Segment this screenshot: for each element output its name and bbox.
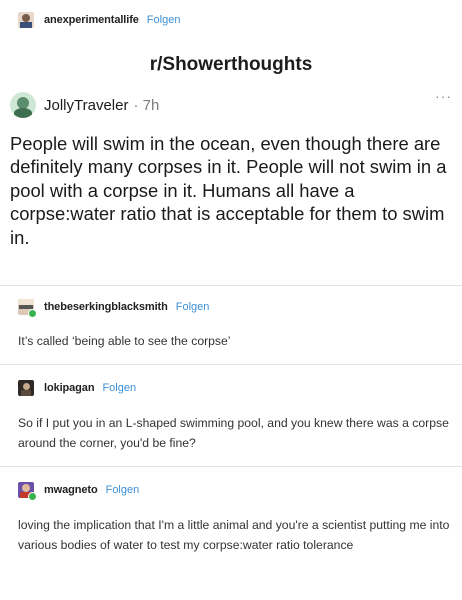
status-badge xyxy=(28,309,37,318)
subreddit-title: r/Showerthoughts xyxy=(149,54,313,75)
reddit-screenshot: r/Showerthoughts JollyTraveler · 7h ··· … xyxy=(6,40,456,278)
divider xyxy=(0,285,462,286)
op-username[interactable]: anexperimentallife xyxy=(44,14,139,26)
divider xyxy=(0,364,462,365)
status-badge xyxy=(28,492,37,501)
op-header: anexperimentallife Folgen xyxy=(18,12,180,28)
more-options-icon: ··· xyxy=(435,88,452,104)
reddit-post-body: People will swim in the ocean, even thou… xyxy=(10,133,447,248)
reply-username[interactable]: lokipagan xyxy=(44,382,95,394)
reply-username[interactable]: mwagneto xyxy=(44,484,98,496)
reply-text: It’s called ‘being able to see the corps… xyxy=(18,334,231,348)
reply-text: loving the implication that I'm a little… xyxy=(18,518,450,552)
avatar[interactable] xyxy=(18,12,34,28)
avatar[interactable] xyxy=(18,299,37,318)
follow-button[interactable]: Folgen xyxy=(147,14,181,26)
reply-header: lokipagan Folgen xyxy=(18,380,136,396)
reply-header: mwagneto Folgen xyxy=(18,482,140,501)
reply-header: thebeserkingblacksmith Folgen xyxy=(18,299,210,318)
reply-username[interactable]: thebeserkingblacksmith xyxy=(44,301,168,313)
follow-button[interactable]: Folgen xyxy=(176,301,210,313)
follow-button[interactable]: Folgen xyxy=(106,484,140,496)
reddit-author: JollyTraveler xyxy=(44,96,129,114)
follow-button[interactable]: Folgen xyxy=(102,382,136,394)
reply-text: So if I put you in an L-shaped swimming … xyxy=(18,416,449,450)
reddit-avatar xyxy=(10,92,36,118)
divider xyxy=(0,466,462,467)
reddit-timestamp: · 7h xyxy=(133,96,160,114)
avatar[interactable] xyxy=(18,482,37,501)
avatar[interactable] xyxy=(18,380,34,396)
reddit-post-meta: JollyTraveler · 7h xyxy=(10,92,159,118)
